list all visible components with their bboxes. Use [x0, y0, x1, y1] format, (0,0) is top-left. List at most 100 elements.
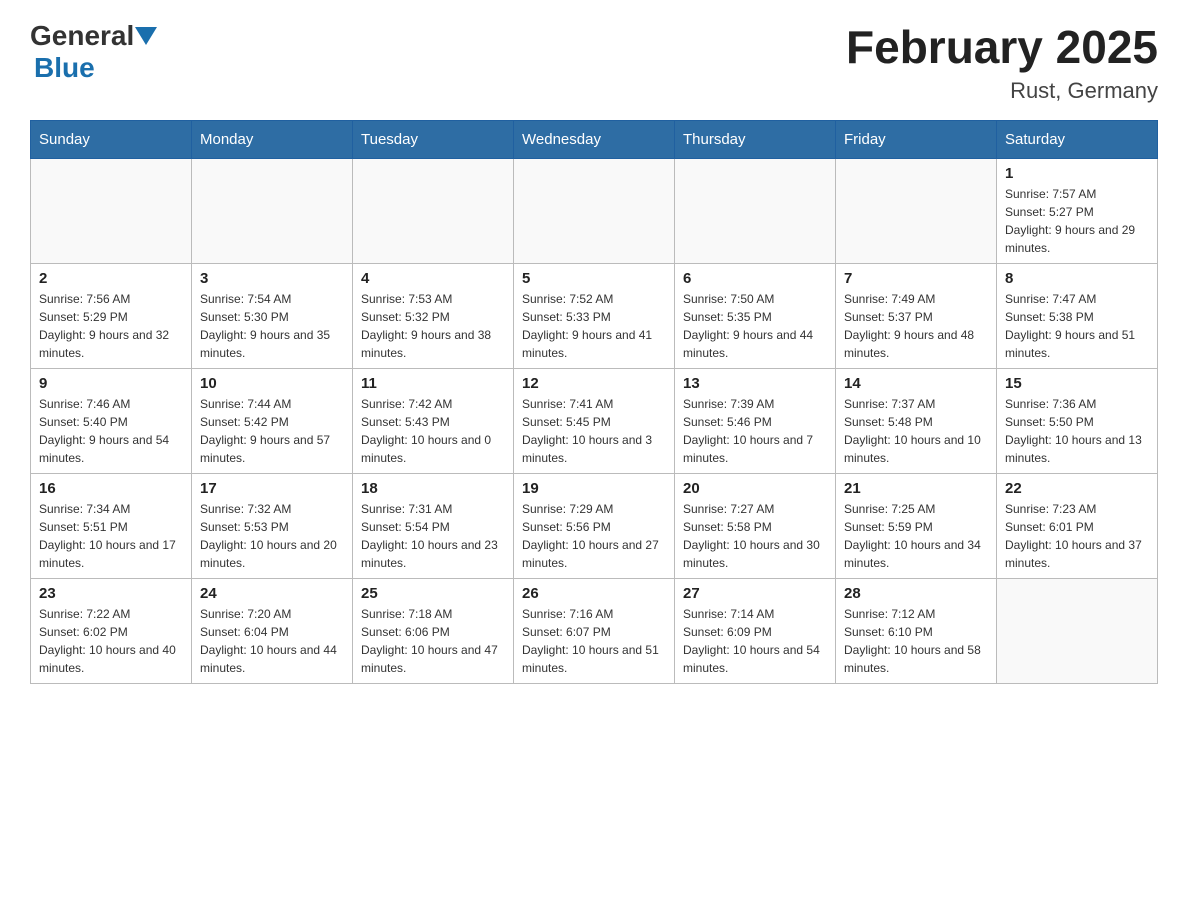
day-info: Sunrise: 7:27 AM Sunset: 5:58 PM Dayligh… — [683, 500, 827, 572]
day-info: Sunrise: 7:29 AM Sunset: 5:56 PM Dayligh… — [522, 500, 666, 572]
calendar-cell: 27 Sunrise: 7:14 AM Sunset: 6:09 PM Dayli… — [675, 579, 836, 684]
calendar-cell: 3 Sunrise: 7:54 AM Sunset: 5:30 PM Daylig… — [192, 264, 353, 369]
logo-triangle-icon — [135, 27, 157, 47]
day-info: Sunrise: 7:22 AM Sunset: 6:02 PM Dayligh… — [39, 605, 183, 677]
calendar-cell: 14 Sunrise: 7:37 AM Sunset: 5:48 PM Dayli… — [836, 369, 997, 474]
calendar-cell: 10Sunrise: 7:44 AM Sunset: 5:42 PM Dayli… — [192, 369, 353, 474]
calendar-cell: 20 Sunrise: 7:27 AM Sunset: 5:58 PM Dayli… — [675, 474, 836, 579]
calendar-cell — [353, 159, 514, 264]
calendar-cell: 11 Sunrise: 7:42 AM Sunset: 5:43 PM Dayli… — [353, 369, 514, 474]
day-info: Sunrise: 7:12 AM Sunset: 6:10 PM Dayligh… — [844, 605, 988, 677]
day-number: 3 — [200, 270, 344, 287]
day-number: 12 — [522, 375, 666, 392]
calendar-cell: 17 Sunrise: 7:32 AM Sunset: 5:53 PM Dayli… — [192, 474, 353, 579]
day-info: Sunrise: 7:16 AM Sunset: 6:07 PM Dayligh… — [522, 605, 666, 677]
day-info: Sunrise: 7:46 AM Sunset: 5:40 PM Dayligh… — [39, 395, 183, 467]
day-number: 14 — [844, 375, 988, 392]
day-info: Sunrise: 7:37 AM Sunset: 5:48 PM Dayligh… — [844, 395, 988, 467]
calendar-cell: 16 Sunrise: 7:34 AM Sunset: 5:51 PM Dayli… — [31, 474, 192, 579]
calendar-cell: 15 Sunrise: 7:36 AM Sunset: 5:50 PM Dayli… — [997, 369, 1158, 474]
day-number: 27 — [683, 585, 827, 602]
calendar-cell: 2 Sunrise: 7:56 AM Sunset: 5:29 PM Daylig… — [31, 264, 192, 369]
calendar-cell: 21Sunrise: 7:25 AM Sunset: 5:59 PM Dayli… — [836, 474, 997, 579]
day-info: Sunrise: 7:18 AM Sunset: 6:06 PM Dayligh… — [361, 605, 505, 677]
location: Rust, Germany — [846, 78, 1158, 104]
calendar-cell: 7 Sunrise: 7:49 AM Sunset: 5:37 PM Daylig… — [836, 264, 997, 369]
calendar-cell — [836, 159, 997, 264]
day-number: 26 — [522, 585, 666, 602]
calendar-week-row: 9 Sunrise: 7:46 AM Sunset: 5:40 PM Daylig… — [31, 369, 1158, 474]
day-number: 6 — [683, 270, 827, 287]
day-info: Sunrise: 7:57 AM Sunset: 5:27 PM Dayligh… — [1005, 185, 1149, 257]
day-number: 24 — [200, 585, 344, 602]
day-of-week-header: Monday — [192, 121, 353, 159]
day-info: Sunrise: 7:50 AM Sunset: 5:35 PM Dayligh… — [683, 290, 827, 362]
calendar-cell: 28 Sunrise: 7:12 AM Sunset: 6:10 PM Dayli… — [836, 579, 997, 684]
day-number: 22 — [1005, 480, 1149, 497]
calendar-cell — [192, 159, 353, 264]
calendar-cell: 4 Sunrise: 7:53 AM Sunset: 5:32 PM Daylig… — [353, 264, 514, 369]
calendar-cell: 24 Sunrise: 7:20 AM Sunset: 6:04 PM Dayli… — [192, 579, 353, 684]
day-number: 15 — [1005, 375, 1149, 392]
day-number: 17 — [200, 480, 344, 497]
logo-text-blue: Blue — [34, 52, 95, 84]
day-of-week-header: Sunday — [31, 121, 192, 159]
day-info: Sunrise: 7:23 AM Sunset: 6:01 PM Dayligh… — [1005, 500, 1149, 572]
calendar-cell: 22 Sunrise: 7:23 AM Sunset: 6:01 PM Dayli… — [997, 474, 1158, 579]
day-info: Sunrise: 7:53 AM Sunset: 5:32 PM Dayligh… — [361, 290, 505, 362]
calendar-cell — [31, 159, 192, 264]
day-number: 10 — [200, 375, 344, 392]
day-info: Sunrise: 7:49 AM Sunset: 5:37 PM Dayligh… — [844, 290, 988, 362]
day-number: 2 — [39, 270, 183, 287]
day-info: Sunrise: 7:47 AM Sunset: 5:38 PM Dayligh… — [1005, 290, 1149, 362]
day-info: Sunrise: 7:14 AM Sunset: 6:09 PM Dayligh… — [683, 605, 827, 677]
day-info: Sunrise: 7:39 AM Sunset: 5:46 PM Dayligh… — [683, 395, 827, 467]
calendar-cell: 12 Sunrise: 7:41 AM Sunset: 5:45 PM Dayli… — [514, 369, 675, 474]
calendar-cell — [514, 159, 675, 264]
day-info: Sunrise: 7:31 AM Sunset: 5:54 PM Dayligh… — [361, 500, 505, 572]
day-number: 23 — [39, 585, 183, 602]
day-number: 5 — [522, 270, 666, 287]
calendar-cell: 6 Sunrise: 7:50 AM Sunset: 5:35 PM Daylig… — [675, 264, 836, 369]
day-number: 4 — [361, 270, 505, 287]
day-of-week-header: Thursday — [675, 121, 836, 159]
logo: General Blue — [30, 20, 157, 84]
day-number: 13 — [683, 375, 827, 392]
day-info: Sunrise: 7:41 AM Sunset: 5:45 PM Dayligh… — [522, 395, 666, 467]
calendar-cell: 13 Sunrise: 7:39 AM Sunset: 5:46 PM Dayli… — [675, 369, 836, 474]
calendar-cell: 23 Sunrise: 7:22 AM Sunset: 6:02 PM Dayli… — [31, 579, 192, 684]
day-info: Sunrise: 7:52 AM Sunset: 5:33 PM Dayligh… — [522, 290, 666, 362]
calendar-cell: 1 Sunrise: 7:57 AM Sunset: 5:27 PM Daylig… — [997, 159, 1158, 264]
calendar-cell: 5 Sunrise: 7:52 AM Sunset: 5:33 PM Daylig… — [514, 264, 675, 369]
day-number: 20 — [683, 480, 827, 497]
day-number: 16 — [39, 480, 183, 497]
calendar-cell: 18 Sunrise: 7:31 AM Sunset: 5:54 PM Dayli… — [353, 474, 514, 579]
day-info: Sunrise: 7:20 AM Sunset: 6:04 PM Dayligh… — [200, 605, 344, 677]
month-title: February 2025 — [846, 20, 1158, 74]
logo-text-general: General — [30, 20, 134, 52]
calendar-week-row: 16 Sunrise: 7:34 AM Sunset: 5:51 PM Dayli… — [31, 474, 1158, 579]
day-info: Sunrise: 7:25 AM Sunset: 5:59 PM Dayligh… — [844, 500, 988, 572]
day-info: Sunrise: 7:54 AM Sunset: 5:30 PM Dayligh… — [200, 290, 344, 362]
day-number: 25 — [361, 585, 505, 602]
day-info: Sunrise: 7:32 AM Sunset: 5:53 PM Dayligh… — [200, 500, 344, 572]
day-number: 28 — [844, 585, 988, 602]
day-info: Sunrise: 7:34 AM Sunset: 5:51 PM Dayligh… — [39, 500, 183, 572]
day-number: 1 — [1005, 165, 1149, 182]
day-number: 7 — [844, 270, 988, 287]
calendar-cell — [997, 579, 1158, 684]
day-number: 9 — [39, 375, 183, 392]
day-number: 11 — [361, 375, 505, 392]
day-of-week-header: Friday — [836, 121, 997, 159]
day-number: 19 — [522, 480, 666, 497]
day-info: Sunrise: 7:36 AM Sunset: 5:50 PM Dayligh… — [1005, 395, 1149, 467]
page-header: General Blue February 2025 Rust, Germany — [30, 20, 1158, 104]
day-info: Sunrise: 7:56 AM Sunset: 5:29 PM Dayligh… — [39, 290, 183, 362]
calendar-cell — [675, 159, 836, 264]
day-info: Sunrise: 7:42 AM Sunset: 5:43 PM Dayligh… — [361, 395, 505, 467]
calendar-week-row: 2 Sunrise: 7:56 AM Sunset: 5:29 PM Daylig… — [31, 264, 1158, 369]
day-of-week-header: Saturday — [997, 121, 1158, 159]
day-number: 18 — [361, 480, 505, 497]
calendar-week-row: 23 Sunrise: 7:22 AM Sunset: 6:02 PM Dayli… — [31, 579, 1158, 684]
calendar-header-row: SundayMondayTuesdayWednesdayThursdayFrid… — [31, 121, 1158, 159]
